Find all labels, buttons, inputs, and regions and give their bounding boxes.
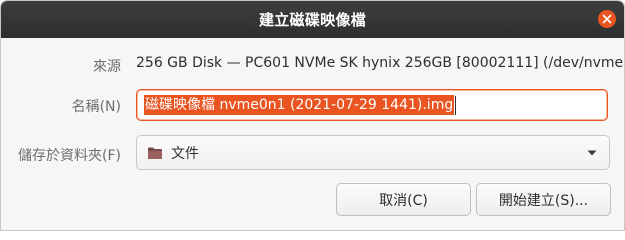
folder-chooser[interactable]: 文件 (136, 135, 610, 170)
image-name-selected-text: 磁碟映像檔 nvme0n1 (2021-07-29 1441).img (144, 95, 455, 115)
titlebar: 建立磁碟映像檔 (1, 1, 624, 38)
source-label: 來源 (93, 59, 121, 75)
image-name-input[interactable]: 磁碟映像檔 nvme0n1 (2021-07-29 1441).img (136, 89, 608, 121)
close-icon (602, 14, 612, 24)
cancel-button[interactable]: 取消(C) (336, 183, 471, 216)
start-creating-button[interactable]: 開始建立(S)... (476, 183, 611, 216)
close-button[interactable] (598, 10, 616, 28)
dialog-title: 建立磁碟映像檔 (258, 11, 367, 29)
source-value: 256 GB Disk — PC601 NVMe SK hynix 256GB … (136, 55, 625, 71)
text-caret (455, 95, 457, 115)
folder-value: 文件 (171, 145, 199, 162)
folder-icon (148, 147, 162, 159)
folder-label: 儲存於資料夾(F) (18, 148, 121, 164)
create-disk-image-dialog: 建立磁碟映像檔 來源 256 GB Disk — PC601 NVMe SK h… (0, 0, 625, 231)
chevron-down-icon (587, 150, 597, 156)
name-label: 名稱(N) (71, 99, 121, 115)
